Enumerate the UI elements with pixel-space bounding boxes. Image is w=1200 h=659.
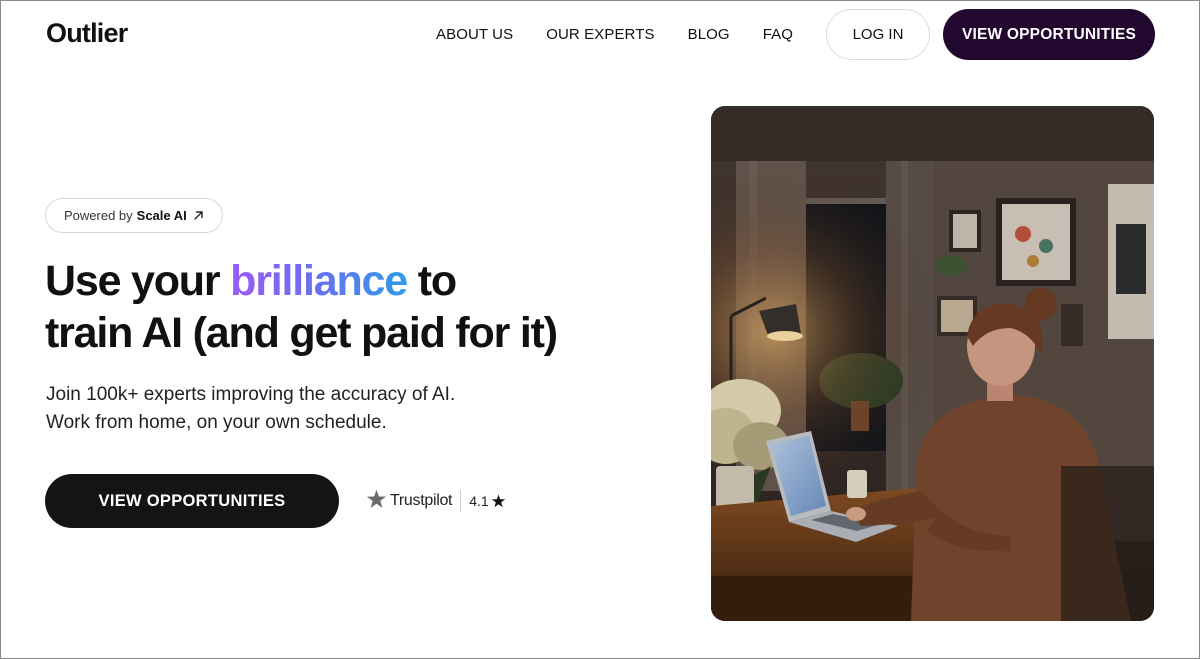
trustpilot-brand: Trustpilot — [390, 492, 453, 509]
headline-part2: to — [406, 257, 457, 305]
header-view-opportunities-button[interactable]: VIEW OPPORTUNITIES — [943, 9, 1155, 60]
trustpilot-rating[interactable]: Trustpilot 4.1 — [366, 487, 506, 515]
star-icon — [491, 494, 506, 508]
powered-by-brand: Scale AI — [136, 208, 187, 223]
headline-highlight: brilliance — [230, 257, 408, 305]
nav-blog[interactable]: BLOG — [688, 26, 730, 43]
subtext-line1: Join 100k+ experts improving the accurac… — [46, 384, 456, 405]
hero-view-opportunities-button[interactable]: VIEW OPPORTUNITIES — [45, 474, 339, 528]
hero-image — [711, 106, 1154, 621]
powered-by-badge[interactable]: Powered by Scale AI — [45, 198, 223, 233]
main-nav: ABOUT US OUR EXPERTS BLOG FAQ LOG IN VIE… — [436, 9, 1155, 60]
subtext-line2: Work from home, on your own schedule. — [46, 412, 387, 433]
hero-subtext: Join 100k+ experts improving the accurac… — [46, 381, 606, 437]
nav-faq[interactable]: FAQ — [763, 26, 793, 43]
logo[interactable]: Outlier — [46, 18, 128, 49]
trust-rating-value: 4.1 — [469, 493, 489, 509]
headline-line2: train AI (and get paid for it) — [45, 309, 558, 357]
nav-about-us[interactable]: ABOUT US — [436, 26, 513, 43]
trust-divider — [460, 490, 462, 512]
arrow-up-right-icon — [193, 210, 204, 221]
login-button[interactable]: LOG IN — [826, 9, 930, 60]
hero-headline: Use your brilliance to train AI (and get… — [45, 255, 665, 359]
nav-our-experts[interactable]: OUR EXPERTS — [546, 26, 654, 43]
powered-by-prefix: Powered by — [64, 208, 133, 223]
headline-part1: Use your — [45, 257, 231, 305]
trustpilot-star-icon — [366, 489, 387, 514]
